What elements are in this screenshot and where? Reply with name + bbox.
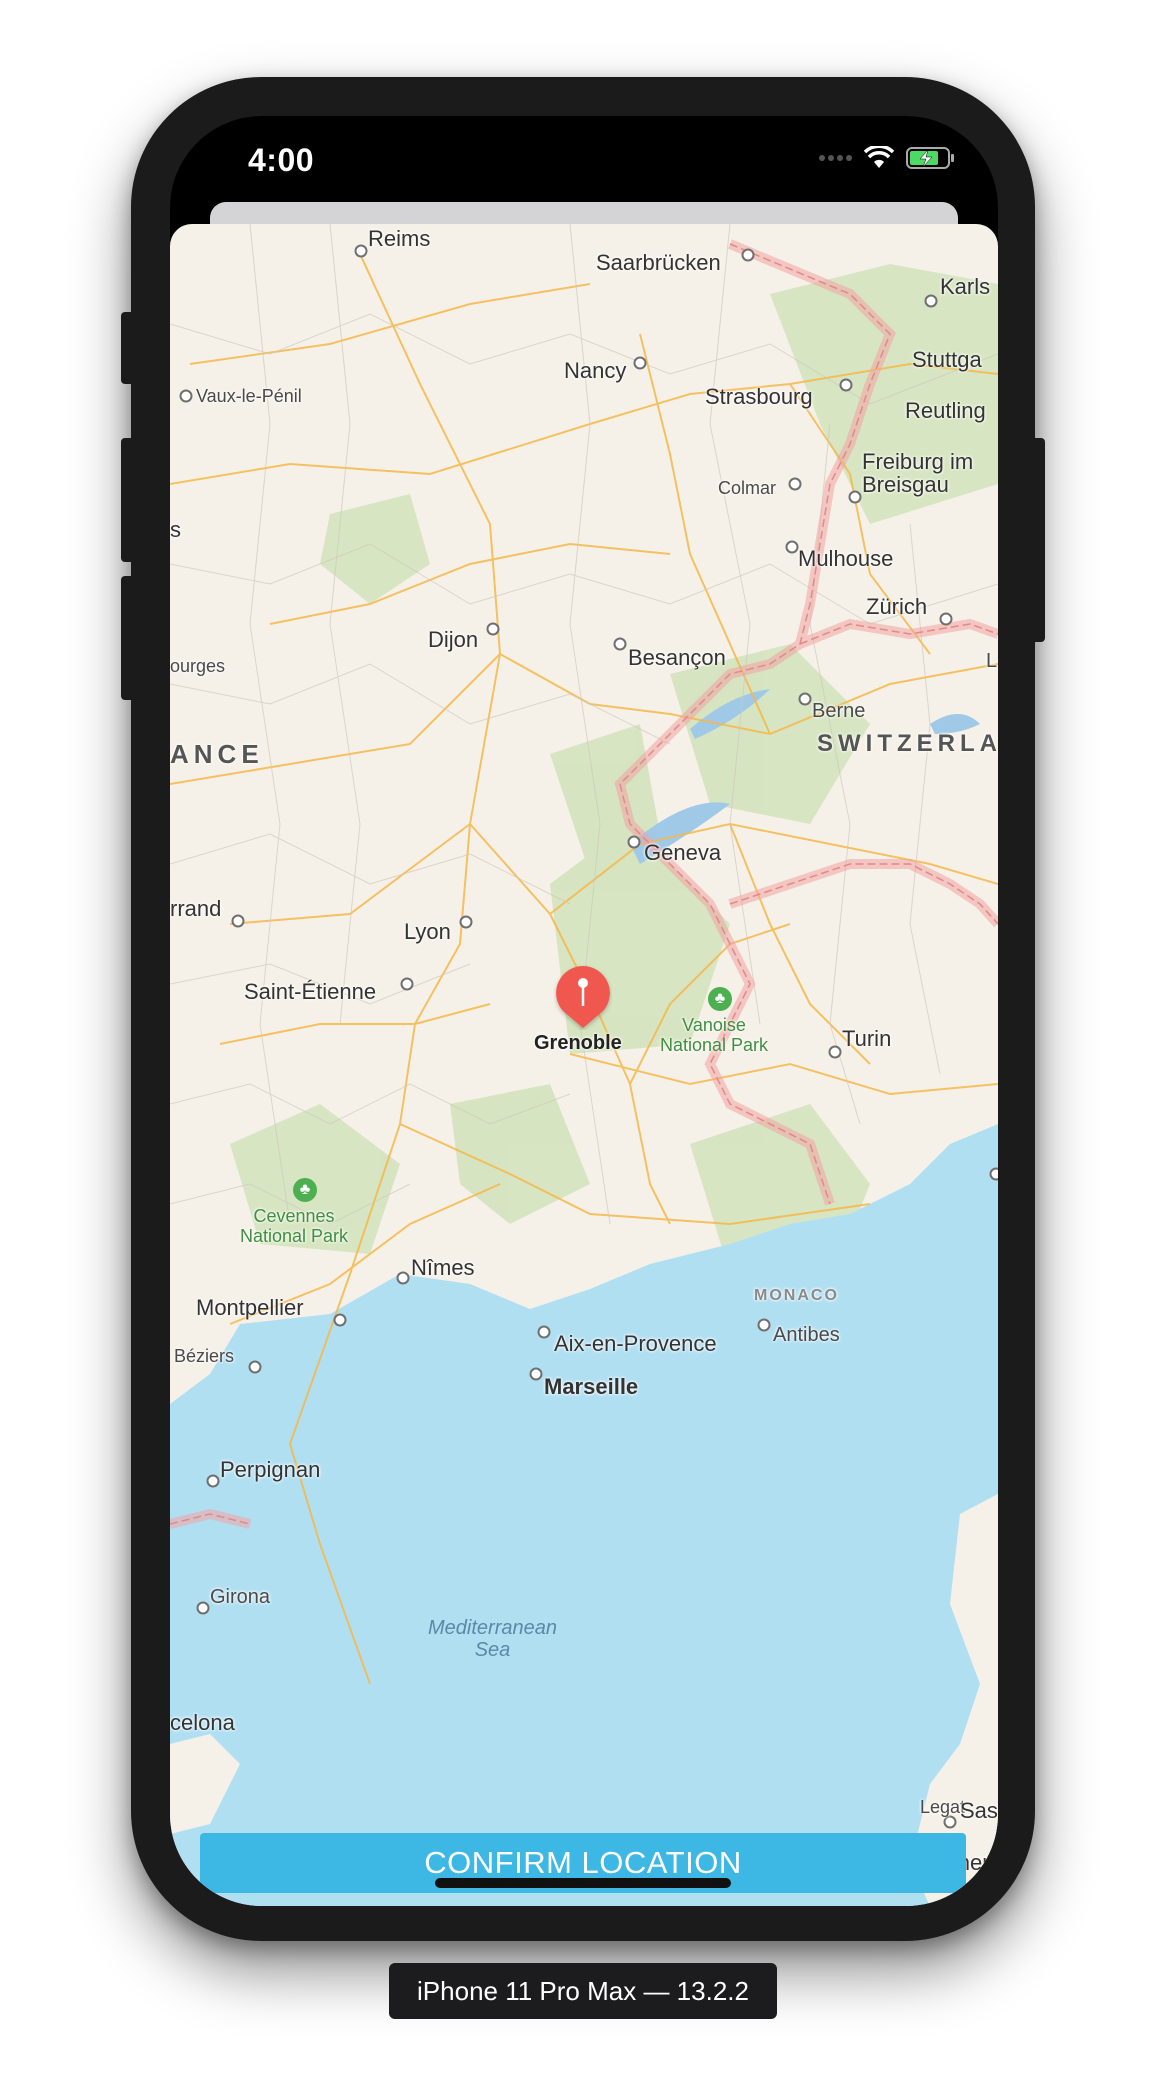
city-dot (396, 1271, 410, 1285)
location-pin-icon[interactable] (554, 964, 612, 1030)
park-label: Vanoise National Park (660, 1015, 769, 1055)
tree-icon: ♣ (708, 987, 732, 1011)
screen: 4:00 Reims Saarbrücken Karls Vaux-le-Pén… (170, 116, 998, 1906)
country-label: ANCE (170, 739, 264, 769)
city-dot (848, 490, 862, 504)
city-label: Berne (812, 700, 866, 722)
city-label: Reims (368, 226, 431, 251)
city-dot (939, 612, 953, 626)
city-label: Aix-en-Provence (554, 1331, 717, 1356)
home-indicator[interactable] (435, 1878, 731, 1888)
city-label: Stuttga (912, 347, 982, 372)
city-dot (400, 977, 414, 991)
city-dot (627, 835, 641, 849)
city-label: Besançon (628, 645, 726, 670)
status-time: 4:00 (248, 142, 315, 178)
city-label: Freiburg im Breisgau (862, 449, 974, 497)
city-dot (924, 294, 938, 308)
city-dot (231, 914, 245, 928)
map-view[interactable]: Reims Saarbrücken Karls Vaux-le-Pénil Na… (170, 224, 998, 1906)
city-label: Saarbrücken (596, 250, 721, 275)
city-dot (529, 1367, 543, 1381)
city-label: Colmar (718, 478, 777, 498)
city-label: Lyon (404, 919, 451, 944)
wifi-icon (864, 146, 894, 168)
city-label: L (986, 650, 998, 672)
city-label: Antibes (773, 1324, 840, 1346)
silent-switch (121, 312, 135, 384)
city-dot (537, 1325, 551, 1339)
city-label: rrand (170, 896, 222, 921)
city-dot (785, 540, 799, 554)
pin-label: Grenoble (534, 1032, 622, 1054)
city-label: Mulhouse (798, 546, 894, 571)
city-label: ourges (170, 656, 226, 676)
city-label: Karls (940, 274, 991, 299)
city-dot (989, 1167, 998, 1181)
city-label: Montpellier (196, 1295, 304, 1320)
city-dot (333, 1313, 347, 1327)
status-icons (818, 146, 956, 170)
tree-icon: ♣ (293, 1178, 317, 1202)
city-dot (354, 244, 368, 258)
country-label: SWITZERLA (817, 730, 998, 757)
city-dot (741, 248, 755, 262)
city-dot (757, 1318, 771, 1332)
city-label: Béziers (174, 1346, 235, 1366)
city-label: Legat (920, 1797, 966, 1817)
city-dot (486, 622, 500, 636)
city-dot (633, 356, 647, 370)
city-dot (206, 1474, 220, 1488)
notch (390, 116, 778, 176)
city-dot (839, 378, 853, 392)
simulator-device-label: iPhone 11 Pro Max — 13.2.2 (389, 1963, 777, 2019)
volume-down-button (121, 576, 135, 700)
city-label: Nîmes (411, 1255, 475, 1280)
park-label: Cevennes National Park (240, 1206, 349, 1246)
city-label: Geneva (644, 840, 722, 865)
city-label: Strasbourg (705, 384, 813, 409)
city-dot (196, 1601, 210, 1615)
city-label: Vaux-le-Pénil (196, 386, 302, 406)
city-dot (613, 637, 627, 651)
city-label: s (170, 517, 181, 542)
maps-attribution[interactable]: Maps (190, 1896, 263, 1906)
city-dot (788, 477, 802, 491)
city-label: Sas (960, 1798, 998, 1823)
city-label: celona (170, 1710, 235, 1735)
volume-up-button (121, 438, 135, 562)
city-dot (248, 1360, 262, 1374)
city-label: Nancy (564, 358, 627, 383)
country-label: MONACO (754, 1287, 839, 1304)
city-label: Perpignan (220, 1457, 321, 1482)
city-dot (179, 389, 193, 403)
power-button (1031, 438, 1045, 642)
city-label: Reutling (905, 398, 986, 423)
city-dot (798, 692, 812, 706)
city-label: Zürich (866, 594, 928, 619)
city-label: Dijon (428, 627, 479, 652)
battery-icon (906, 147, 954, 169)
city-dot (459, 915, 473, 929)
city-dot (828, 1045, 842, 1059)
city-label: Marseille (544, 1374, 639, 1399)
city-label: Saint-Étienne (244, 979, 377, 1004)
city-label: Turin (842, 1026, 892, 1051)
apple-logo-icon (192, 1899, 210, 1906)
city-label: Girona (210, 1586, 271, 1608)
signal-icon (819, 155, 852, 161)
sea-label: Mediterranean Sea (428, 1617, 557, 1661)
